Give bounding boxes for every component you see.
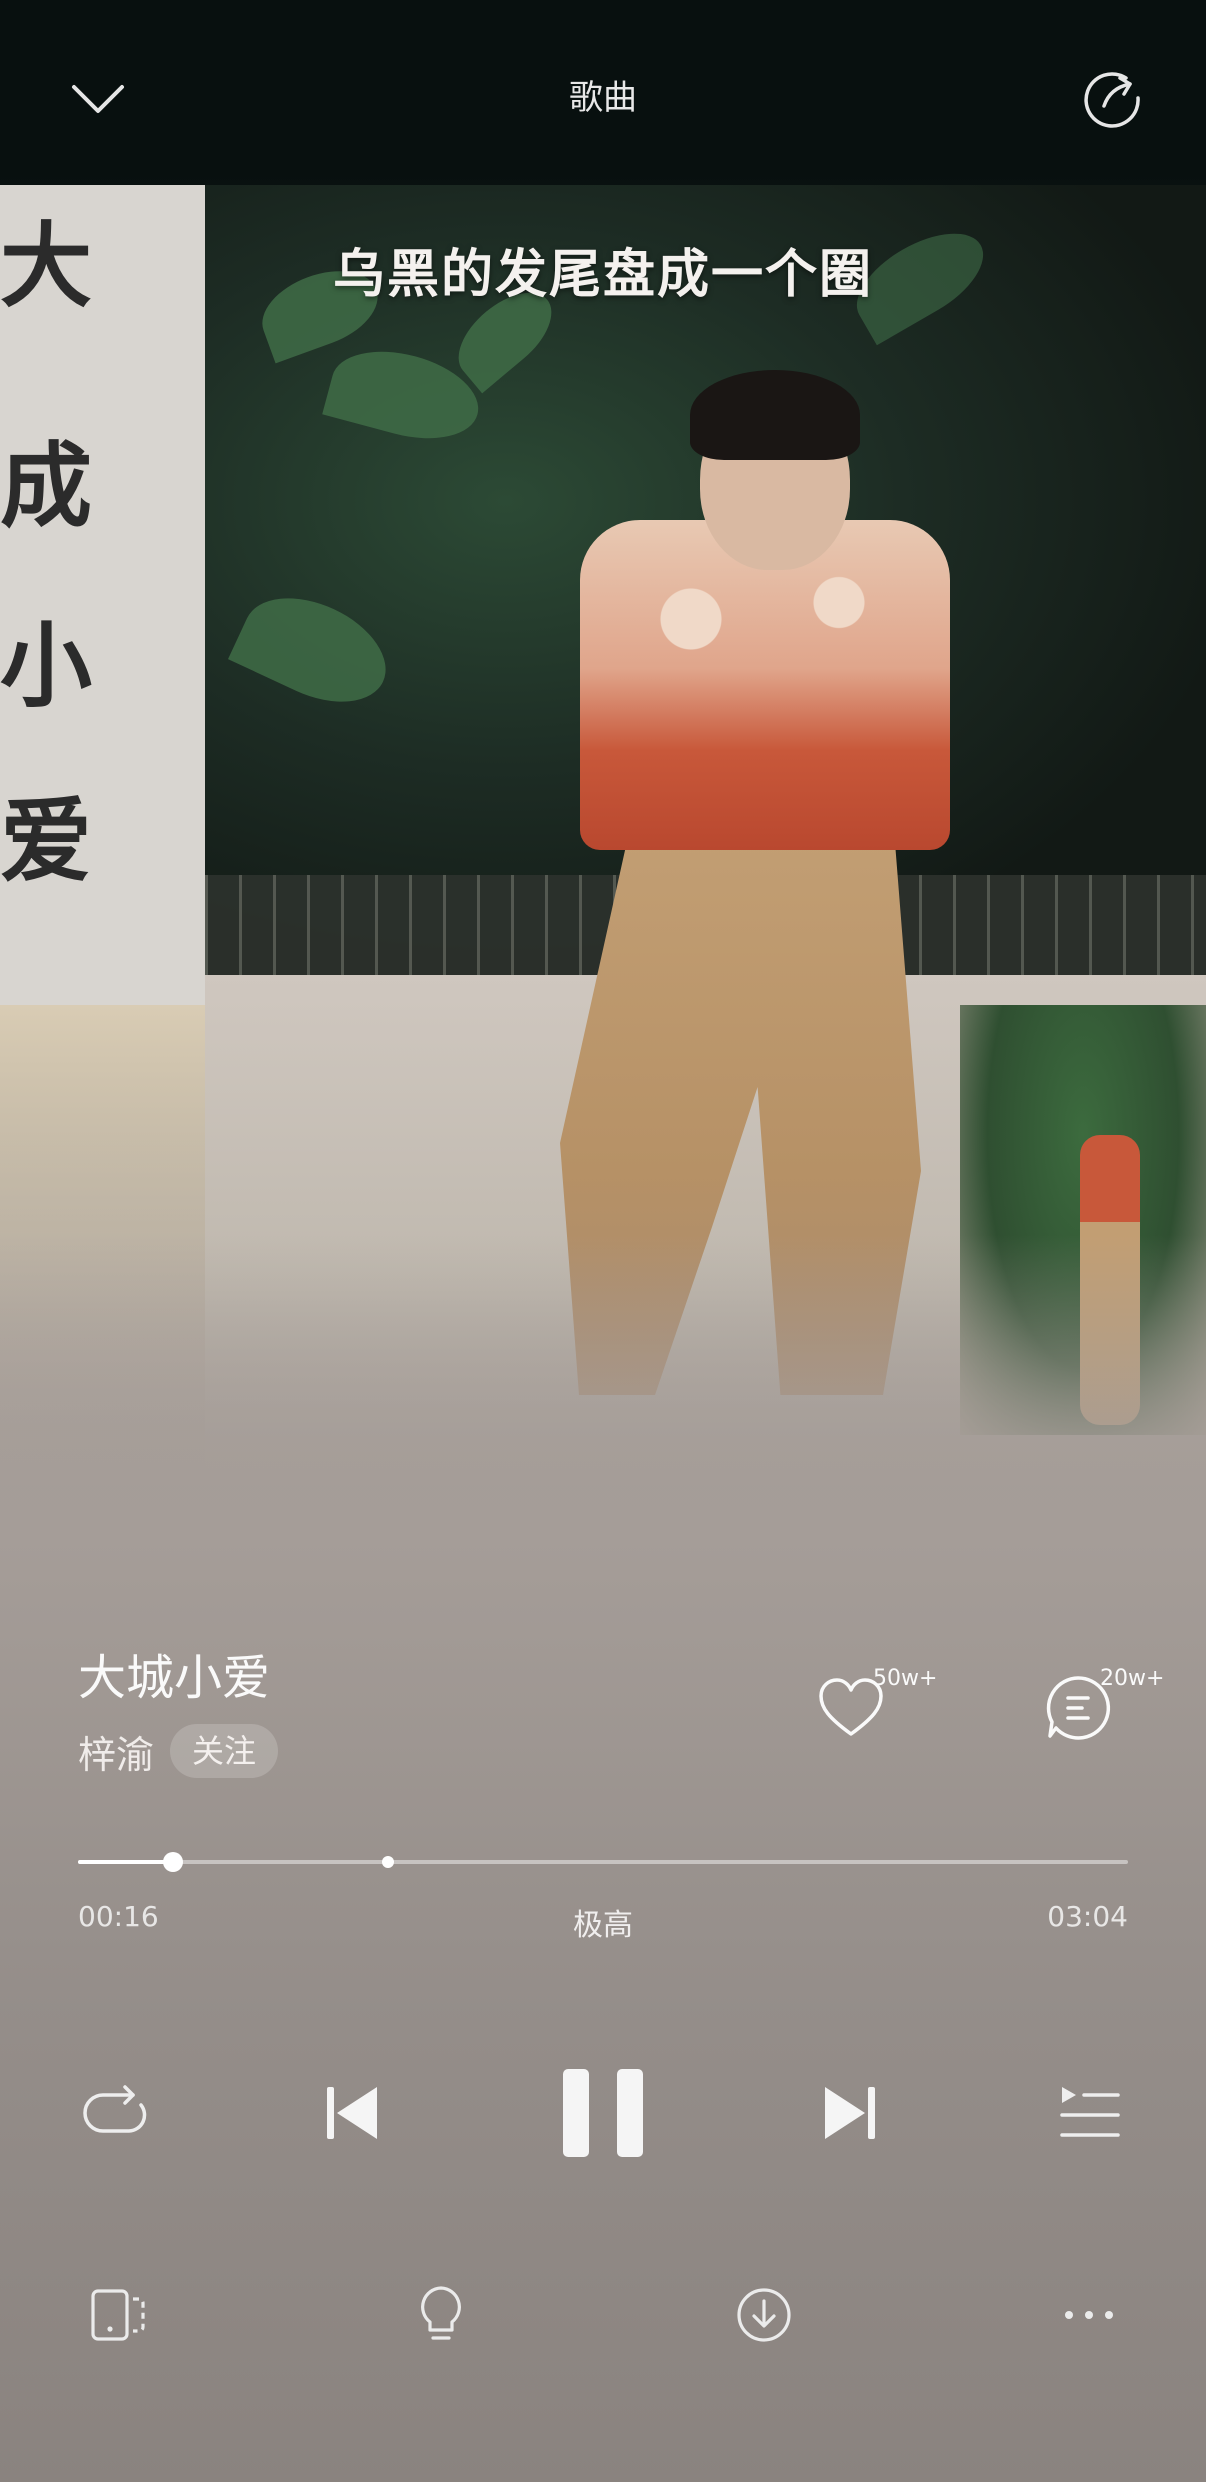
current-lyric[interactable]: 乌黑的发尾盘成一个圈 [0, 232, 1206, 307]
artist-name[interactable]: 梓渝 [78, 1724, 154, 1779]
download-icon [737, 2288, 791, 2342]
progress-bar[interactable] [78, 1852, 1128, 1872]
share-icon [1084, 72, 1140, 128]
top-bar: 歌曲 [0, 40, 1206, 150]
comments-count: 20w+ [1100, 1666, 1165, 1691]
cover-char: 爱 [0, 787, 93, 895]
album-artwork: 大 成 小 爱 [0, 185, 1206, 1485]
pause-icon [563, 2069, 643, 2157]
progress-fill [78, 1860, 173, 1864]
follow-button[interactable]: 关注 [170, 1724, 279, 1778]
repeat-icon [83, 2085, 147, 2133]
audio-quality[interactable]: 极高 [0, 1900, 1206, 1944]
cover-char: 成 [0, 432, 93, 540]
more-button[interactable] [1044, 2270, 1134, 2360]
next-button[interactable] [801, 2063, 901, 2163]
artwork-side-panel: 大 成 小 爱 [0, 185, 205, 1005]
share-button[interactable] [1072, 58, 1152, 138]
playlist-button[interactable] [1040, 2063, 1140, 2163]
device-icon [91, 2289, 145, 2341]
progress-marker [381, 1856, 394, 1868]
playlist-icon [1060, 2087, 1120, 2137]
song-title: 大城小爱 [78, 1650, 271, 1706]
cover-char: 小 [0, 612, 93, 720]
progress-knob[interactable] [162, 1852, 183, 1872]
inspiration-button[interactable] [396, 2270, 486, 2360]
download-button[interactable] [719, 2270, 809, 2360]
next-icon [825, 2087, 875, 2139]
page-title: 歌曲 [569, 78, 637, 118]
likes-count: 50w+ [873, 1666, 938, 1691]
device-button[interactable] [72, 2270, 162, 2360]
person-hair [690, 370, 860, 460]
previous-button[interactable] [301, 2063, 401, 2163]
previous-icon [327, 2087, 377, 2139]
repeat-button[interactable] [66, 2063, 166, 2163]
artwork-fade [0, 1235, 1206, 1485]
lightbulb-icon [421, 2286, 461, 2340]
more-icon [1065, 2311, 1113, 2319]
like-button[interactable]: 50w+ [815, 1660, 955, 1750]
pause-button[interactable] [553, 2063, 653, 2163]
comments-button[interactable]: 20w+ [1042, 1660, 1182, 1750]
total-duration: 03:04 [1047, 1900, 1128, 1933]
